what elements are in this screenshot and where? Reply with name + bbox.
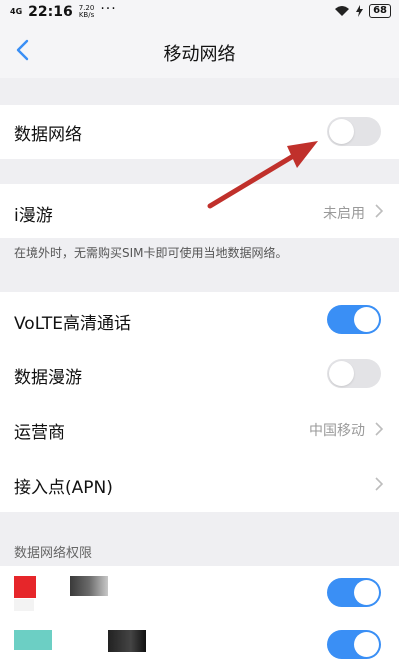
data-roaming-row[interactable]: 数据漫游 bbox=[0, 347, 399, 402]
app-icon bbox=[14, 630, 52, 650]
network-indicator: 4G bbox=[10, 7, 23, 16]
data-network-toggle[interactable] bbox=[327, 117, 381, 146]
app-permission-row[interactable] bbox=[0, 620, 399, 664]
carrier-value: 中国移动 bbox=[309, 423, 365, 439]
i-roaming-status: 未启用 bbox=[323, 206, 365, 222]
data-network-label: 数据网络 bbox=[14, 125, 82, 145]
network-speed: 7.20 KB/s bbox=[79, 5, 95, 19]
toggle-knob bbox=[329, 361, 354, 386]
volte-row[interactable]: VoLTE高清通话 bbox=[0, 292, 399, 347]
carrier-label: 运营商 bbox=[14, 423, 65, 443]
page-title: 移动网络 bbox=[163, 44, 236, 65]
i-roaming-description: 在境外时，无需购买SIM卡即可使用当地数据网络。 bbox=[14, 246, 288, 260]
chevron-right-icon bbox=[375, 422, 384, 436]
data-network-row[interactable]: 数据网络 bbox=[0, 105, 399, 159]
carrier-row[interactable]: 运营商 中国移动 bbox=[0, 402, 399, 457]
app-name-redacted bbox=[108, 630, 146, 652]
chevron-right-icon bbox=[375, 477, 384, 491]
more-notifications-icon: ··· bbox=[100, 1, 117, 17]
app-name-redacted bbox=[70, 576, 108, 596]
network-speed-unit: KB/s bbox=[78, 11, 95, 19]
toggle-knob bbox=[354, 307, 379, 332]
data-roaming-label: 数据漫游 bbox=[14, 368, 82, 388]
status-bar: 4G 22:16 7.20 KB/s ··· 68 bbox=[0, 0, 399, 24]
apn-label: 接入点(APN) bbox=[14, 478, 113, 498]
i-roaming-row[interactable]: i漫游 未启用 bbox=[0, 184, 399, 238]
clock: 22:16 bbox=[28, 4, 73, 20]
volte-label: VoLTE高清通话 bbox=[14, 314, 131, 334]
app-permission-row[interactable] bbox=[0, 566, 399, 620]
chevron-right-icon bbox=[375, 204, 384, 218]
wifi-icon bbox=[335, 6, 350, 16]
toggle-knob bbox=[354, 632, 379, 657]
app-icon bbox=[14, 576, 36, 598]
nav-bar: 移动网络 bbox=[0, 24, 399, 78]
toggle-knob bbox=[354, 580, 379, 605]
app-permission-toggle[interactable] bbox=[327, 578, 381, 607]
volte-toggle[interactable] bbox=[327, 305, 381, 334]
apn-row[interactable]: 接入点(APN) bbox=[0, 457, 399, 512]
data-roaming-toggle[interactable] bbox=[327, 359, 381, 388]
permissions-section-header: 数据网络权限 bbox=[14, 546, 93, 561]
i-roaming-label: i漫游 bbox=[14, 206, 53, 226]
battery-level: 68 bbox=[369, 4, 391, 18]
charging-icon bbox=[356, 5, 364, 17]
app-permission-toggle[interactable] bbox=[327, 630, 381, 659]
app-icon-fragment bbox=[14, 599, 34, 611]
toggle-knob bbox=[329, 119, 354, 144]
